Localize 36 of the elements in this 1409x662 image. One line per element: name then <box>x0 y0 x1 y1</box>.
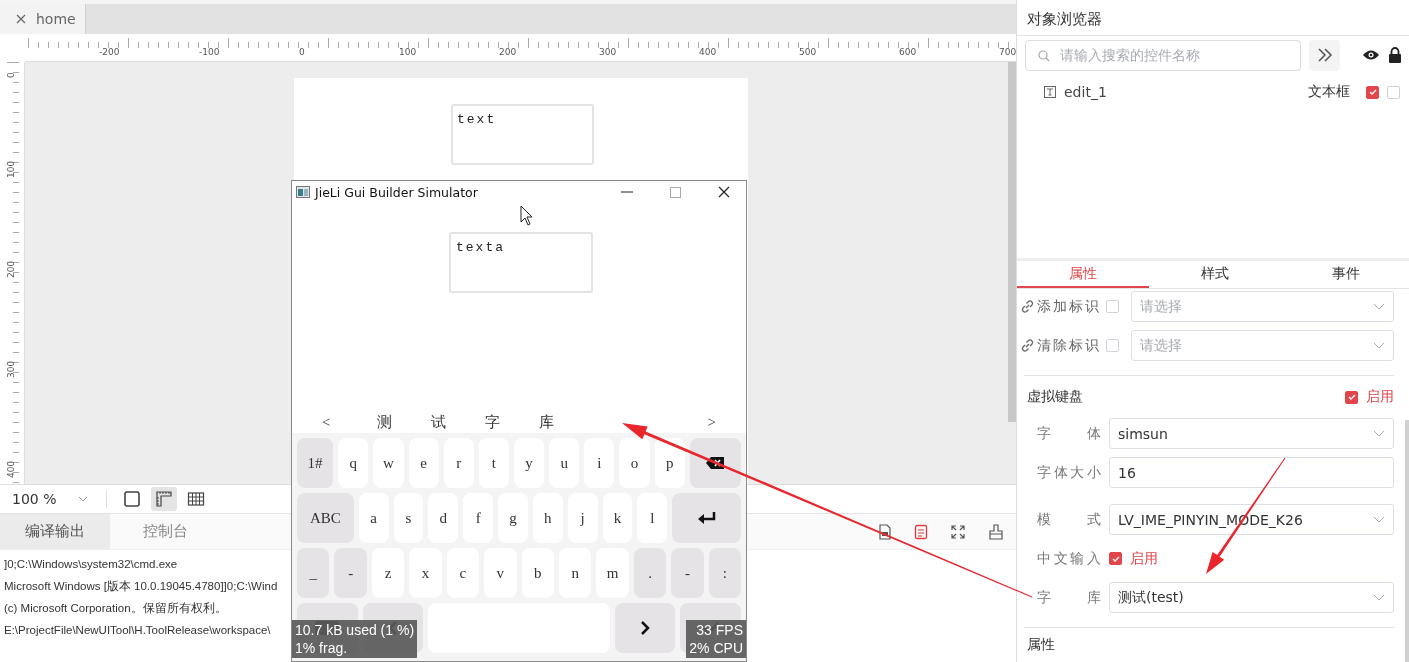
section-title: 属性 <box>1026 635 1056 654</box>
memory-stats-tooltip: 10.7 kB used (1 %) 1% frag. <box>292 620 418 658</box>
console-line: Microsoft Windows [版本 10.0.19045.4780]]0;C:\Wind <box>4 579 278 594</box>
ruler-label: 200 <box>6 260 16 278</box>
ruler-label: 0 <box>6 72 16 78</box>
ruler-label: 300 <box>599 47 617 57</box>
checkbox-label: 启用 <box>1366 388 1394 406</box>
performance-stats-tooltip: 33 FPS 2% CPU <box>686 620 746 658</box>
field-label: 添加标识 <box>1037 297 1102 316</box>
ruler-label: 300 <box>6 360 16 378</box>
field-label: 字 库 <box>1037 588 1101 607</box>
window-title: JieLi Gui Builder Simulator <box>315 184 478 200</box>
field-label: 模 式 <box>1037 510 1101 529</box>
item-type: 文本框 <box>1308 83 1350 101</box>
ruler-label: 700 <box>999 47 1016 57</box>
console-line: ]0;C:\Windows\system32\cmd.exe <box>4 557 178 572</box>
ruler-label: 100 <box>399 47 417 57</box>
panel-title: 对象浏览器 <box>1017 0 1409 36</box>
field-label: 中文输入 <box>1037 549 1101 568</box>
ruler-label: 600 <box>899 47 917 57</box>
ruler-label: 0 <box>299 47 305 57</box>
item-name: edit_1 <box>1064 84 1107 100</box>
ruler-label: -100 <box>199 47 220 57</box>
ruler-label: 400 <box>699 47 717 57</box>
section-title: 虚拟键盘 <box>1027 388 1083 406</box>
field-label: 字 体 <box>1037 424 1101 443</box>
checkbox-label: 启用 <box>1130 549 1158 568</box>
field-label: 清除标识 <box>1037 336 1102 355</box>
ruler-label: 200 <box>499 47 517 57</box>
console-line: E:\ProjectFile\NewUITool\H.ToolRelease\workspace\ <box>4 623 271 638</box>
field-label: 字体大小 <box>1037 463 1101 482</box>
ruler-label: 400 <box>6 460 16 478</box>
ruler-label: -200 <box>99 47 120 57</box>
ruler-label: 500 <box>799 47 817 57</box>
console-line: (c) Microsoft Corporation。保留所有权利。 <box>4 601 227 616</box>
ruler-label: 100 <box>6 160 16 178</box>
